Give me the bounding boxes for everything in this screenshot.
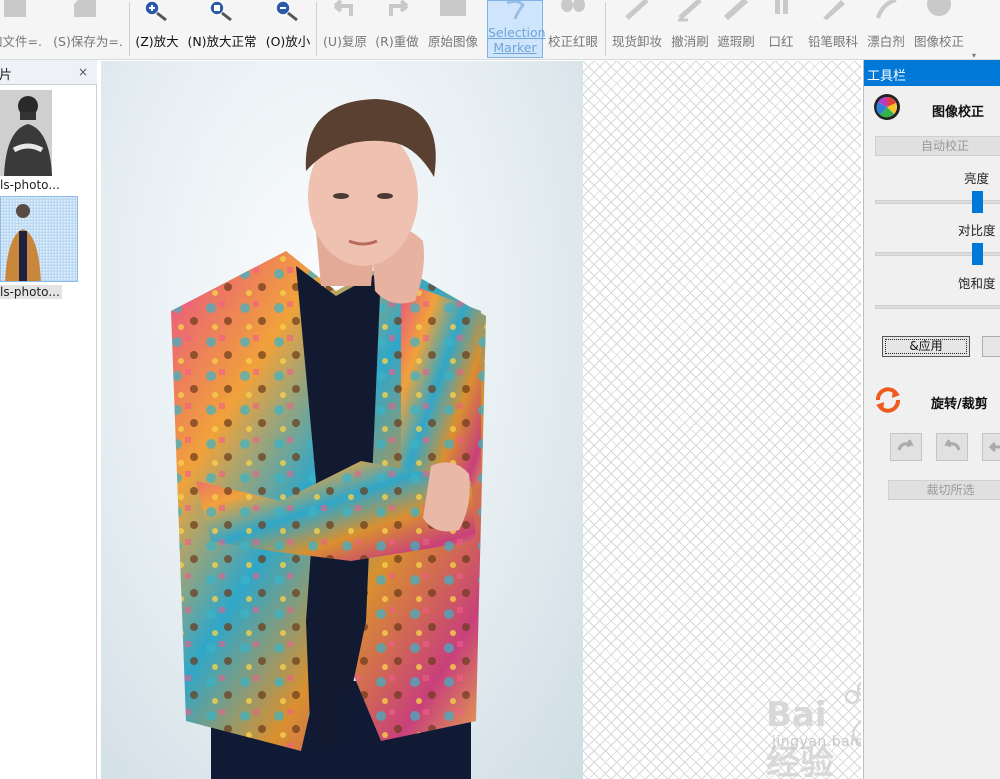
eyeliner-pencil-button[interactable]: 铅笔眼科 xyxy=(804,0,862,60)
toolbar-separator xyxy=(129,2,130,56)
undo-brush-label: 撤消刷 xyxy=(671,34,709,49)
auto-correct-button[interactable]: 自动校正 xyxy=(875,136,1000,156)
toolbar-separator xyxy=(605,2,606,56)
image-correction-label: 图像校正 xyxy=(913,34,964,49)
image-correction-section-title: 图像校正 xyxy=(932,105,985,120)
thumbnail-panel-title: 片 xyxy=(0,68,13,83)
image-canvas[interactable]: Bai 经验 jingyan.baidu.com xyxy=(101,61,861,779)
concealer-brush-icon xyxy=(723,0,749,21)
whitening-icon xyxy=(876,0,897,19)
apply-button[interactable]: &应用 xyxy=(882,336,970,357)
makeup-remover-button[interactable]: 现货卸妆 xyxy=(608,0,666,60)
whitening-label: 漂白剂 xyxy=(867,34,905,49)
main-toolbar: 加文件=. (S)保存为=. (Z)放大 (N)放大正常 (O)放小 (U)复原… xyxy=(0,0,1000,60)
undo-brush-icon xyxy=(678,0,702,22)
concealer-brush-label: 遮瑕刷 xyxy=(717,34,755,49)
zoom-normal-label: (N)放大正常 xyxy=(187,34,257,49)
redo-label: (R)重做 xyxy=(375,34,419,49)
original-image-label: 原始图像 xyxy=(427,34,478,49)
makeup-remover-label: 现货卸妆 xyxy=(611,34,662,49)
image-correction-button[interactable]: 图像校正 xyxy=(909,0,969,60)
rotate-icon xyxy=(876,387,900,413)
rotate-left-button[interactable] xyxy=(890,433,922,461)
zoom-out-label: (O)放小 xyxy=(265,34,311,49)
original-image-button[interactable]: 原始图像 xyxy=(423,0,483,60)
save-as-label: (S)保存为=. xyxy=(53,34,123,49)
thumbnail-image[interactable] xyxy=(0,90,52,176)
makeup-remover-icon xyxy=(625,0,649,20)
eyeliner-pencil-icon xyxy=(823,0,845,20)
flip-button[interactable] xyxy=(982,433,1000,461)
undo-label: (U)复原 xyxy=(323,34,367,49)
red-eye-label: 校正红眼 xyxy=(547,34,598,49)
lasso-icon xyxy=(506,1,525,20)
portrait-thumbnail xyxy=(1,197,77,281)
rotate-right-icon xyxy=(944,439,961,451)
file-icon xyxy=(4,0,26,17)
contrast-slider-thumb[interactable] xyxy=(972,243,983,265)
portrait-thumbnail xyxy=(0,90,52,176)
rotate-right-button[interactable] xyxy=(936,433,968,461)
portrait-photo-illustration xyxy=(171,99,486,779)
open-file-button[interactable]: 加文件=. xyxy=(0,0,42,60)
toolbox-header: 工具栏 xyxy=(864,60,1000,86)
red-eye-icon xyxy=(561,0,585,12)
edited-photo xyxy=(101,61,583,779)
zoom-normal-icon xyxy=(209,0,232,22)
redo-icon xyxy=(389,0,409,16)
thumbnail-panel: 片 × ls-photo... ls-photo... xyxy=(0,60,97,779)
save-as-button[interactable]: (S)保存为=. xyxy=(49,0,127,60)
rotate-crop-section-title: 旋转/裁剪 xyxy=(931,397,988,412)
eyeliner-pencil-label: 铅笔眼科 xyxy=(807,34,858,49)
undo-icon xyxy=(333,0,353,16)
lipstick-button[interactable]: 口红 xyxy=(762,0,800,60)
image-correction-icon xyxy=(927,0,951,16)
toolbox-panel: 工具栏 图像校正 自动校正 亮度 对比度 饱和度 &应用 旋转/裁剪 裁切所选 xyxy=(863,60,1000,779)
toolbox-title: 工具栏 xyxy=(867,69,907,84)
zoom-out-button[interactable]: (O)放小 xyxy=(262,0,314,60)
whitening-button[interactable]: 漂白剂 xyxy=(863,0,909,60)
redo-button[interactable]: (R)重做 xyxy=(371,0,423,60)
crop-selection-button[interactable]: 裁切所选 xyxy=(888,480,1000,500)
toolbar-overflow-icon[interactable]: ▾ xyxy=(972,51,976,60)
rotate-left-icon xyxy=(897,439,914,451)
selection-marker-label: Selection Marker xyxy=(488,25,546,55)
zoom-normal-button[interactable]: (N)放大正常 xyxy=(182,0,262,60)
red-eye-button[interactable]: 校正红眼 xyxy=(544,0,602,60)
concealer-brush-button[interactable]: 遮瑕刷 xyxy=(714,0,758,60)
lipstick-icon xyxy=(775,0,788,14)
open-file-label: 加文件=. xyxy=(0,34,42,49)
brightness-slider-thumb[interactable] xyxy=(972,191,983,213)
zoom-in-button[interactable]: (Z)放大 xyxy=(131,0,183,60)
zoom-in-label: (Z)放大 xyxy=(135,34,179,49)
thumbnail-panel-header: 片 × xyxy=(0,60,97,85)
lipstick-label: 口红 xyxy=(768,34,794,49)
saturation-label: 饱和度 xyxy=(958,276,996,291)
thumbnail-filename-selected[interactable]: ls-photo... xyxy=(0,285,62,299)
color-wheel-icon xyxy=(874,94,900,120)
toolbar-separator xyxy=(316,2,317,56)
baidu-watermark-url: jingyan.baidu.com xyxy=(772,734,861,750)
brightness-label: 亮度 xyxy=(964,171,990,186)
close-icon[interactable]: × xyxy=(78,65,88,79)
save-icon xyxy=(74,0,96,17)
saturation-slider-track[interactable] xyxy=(875,305,1000,309)
selection-marker-button[interactable]: Selection Marker xyxy=(487,0,546,58)
thumbnail-image-selected[interactable] xyxy=(0,196,78,282)
original-image-icon xyxy=(440,0,466,16)
undo-brush-button[interactable]: 撤消刷 xyxy=(668,0,712,60)
reset-button[interactable] xyxy=(982,336,1000,357)
thumbnail-filename[interactable]: ls-photo... xyxy=(0,178,60,192)
contrast-label: 对比度 xyxy=(958,223,996,238)
undo-button[interactable]: (U)复原 xyxy=(319,0,371,60)
flip-icon xyxy=(988,441,1000,453)
zoom-out-icon xyxy=(275,0,298,22)
zoom-in-icon xyxy=(144,0,167,22)
